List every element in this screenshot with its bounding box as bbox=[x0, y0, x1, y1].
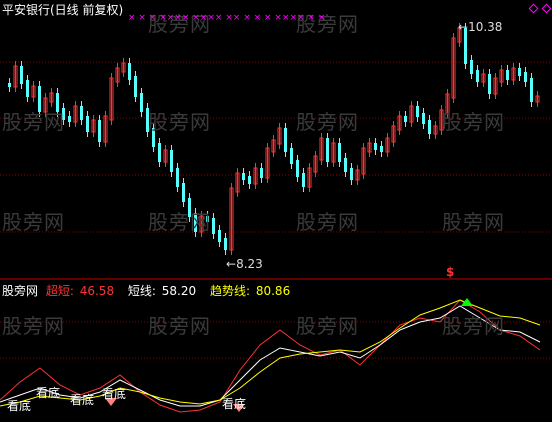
super-short-label: 超短: bbox=[45, 284, 74, 298]
short-value: 58.20 bbox=[161, 284, 197, 298]
candle-body bbox=[128, 63, 131, 80]
candle-body bbox=[344, 158, 347, 172]
signal-label: 看底 bbox=[102, 387, 127, 401]
candle-body bbox=[326, 138, 329, 162]
watermark: 股旁网 bbox=[296, 110, 359, 134]
candle-body bbox=[248, 176, 251, 184]
indicator-name: 股旁网 bbox=[2, 284, 39, 298]
high-price-label: ←10.38 bbox=[458, 20, 503, 34]
watermark: 股旁网 bbox=[148, 110, 211, 134]
candle-body bbox=[224, 238, 227, 250]
candle-body bbox=[170, 150, 173, 172]
candle-body bbox=[8, 83, 11, 87]
signal-label: 看底 bbox=[70, 393, 95, 407]
candle-body bbox=[302, 173, 305, 187]
candle-body bbox=[176, 168, 179, 187]
signal-label: 看底 bbox=[7, 399, 32, 413]
watermark: 股旁网 bbox=[148, 210, 211, 234]
trend-label: 趋势线: bbox=[209, 284, 251, 298]
candle-body bbox=[488, 74, 491, 94]
super-short-value: 46.58 bbox=[79, 284, 115, 298]
candle-body bbox=[212, 218, 215, 234]
candle-body bbox=[416, 106, 419, 117]
watermark: 股旁网 bbox=[2, 110, 65, 134]
arrow-left-icon: ← bbox=[458, 20, 469, 34]
candle-body bbox=[506, 70, 509, 80]
candle-body bbox=[428, 120, 431, 134]
candle-body bbox=[134, 76, 137, 97]
watermark: 股旁网 bbox=[442, 110, 505, 134]
candle-body bbox=[284, 128, 287, 152]
top-signal-markers: × × × ×××× ×××× ×× × × × ×××× × × bbox=[128, 13, 326, 23]
watermark: 股旁网 bbox=[442, 314, 505, 338]
candle-body bbox=[338, 143, 341, 162]
candle-body bbox=[404, 116, 407, 122]
chart-title: 平安银行(日线 前复权) bbox=[2, 3, 124, 17]
candle-body bbox=[524, 72, 527, 82]
candle-body bbox=[374, 143, 377, 150]
trend-value: 80.86 bbox=[255, 284, 291, 298]
watermark: 股旁网 bbox=[442, 210, 505, 234]
indicator-header: 股旁网 超短: 46.58 短线: 58.20 趋势线: 80.86 bbox=[2, 282, 290, 298]
candle-body bbox=[20, 66, 23, 84]
candle-body bbox=[218, 230, 221, 242]
candle-body bbox=[182, 183, 185, 202]
short-label: 短线: bbox=[127, 284, 156, 298]
candle-body bbox=[80, 106, 83, 120]
watermark: 股旁网 bbox=[296, 210, 359, 234]
stock-chart-window: 股旁网 股旁网 股旁网 股旁网 股旁网 股旁网 股旁网 股旁网 股旁网 股旁网 … bbox=[0, 0, 552, 422]
candle-body bbox=[350, 168, 353, 180]
candle-body bbox=[98, 120, 101, 142]
candle-body bbox=[530, 78, 533, 102]
candle-body bbox=[140, 93, 143, 112]
watermark: 股旁网 bbox=[2, 314, 65, 338]
candle-body bbox=[290, 148, 293, 164]
candle-body bbox=[158, 143, 161, 162]
watermark: 股旁网 bbox=[148, 314, 211, 338]
watermark: 股旁网 bbox=[2, 210, 65, 234]
candle-body bbox=[260, 168, 263, 178]
candle-body bbox=[476, 70, 479, 82]
candle-body bbox=[26, 80, 29, 97]
signal-label: 看底 bbox=[222, 397, 247, 411]
candle-body bbox=[470, 60, 473, 74]
dollar-marker: $ bbox=[446, 265, 455, 279]
watermark: 股旁网 bbox=[296, 314, 359, 338]
candle-body bbox=[422, 113, 425, 124]
candle-body bbox=[518, 68, 521, 76]
candle-body bbox=[86, 116, 89, 132]
low-price-label: ←8.23 bbox=[226, 257, 263, 271]
candle-body bbox=[380, 146, 383, 152]
candle-body bbox=[68, 116, 71, 122]
candle-body bbox=[242, 173, 245, 180]
candle-body bbox=[296, 160, 299, 177]
arrow-left-icon: ← bbox=[226, 257, 237, 271]
signal-label: 看底 bbox=[36, 386, 61, 400]
